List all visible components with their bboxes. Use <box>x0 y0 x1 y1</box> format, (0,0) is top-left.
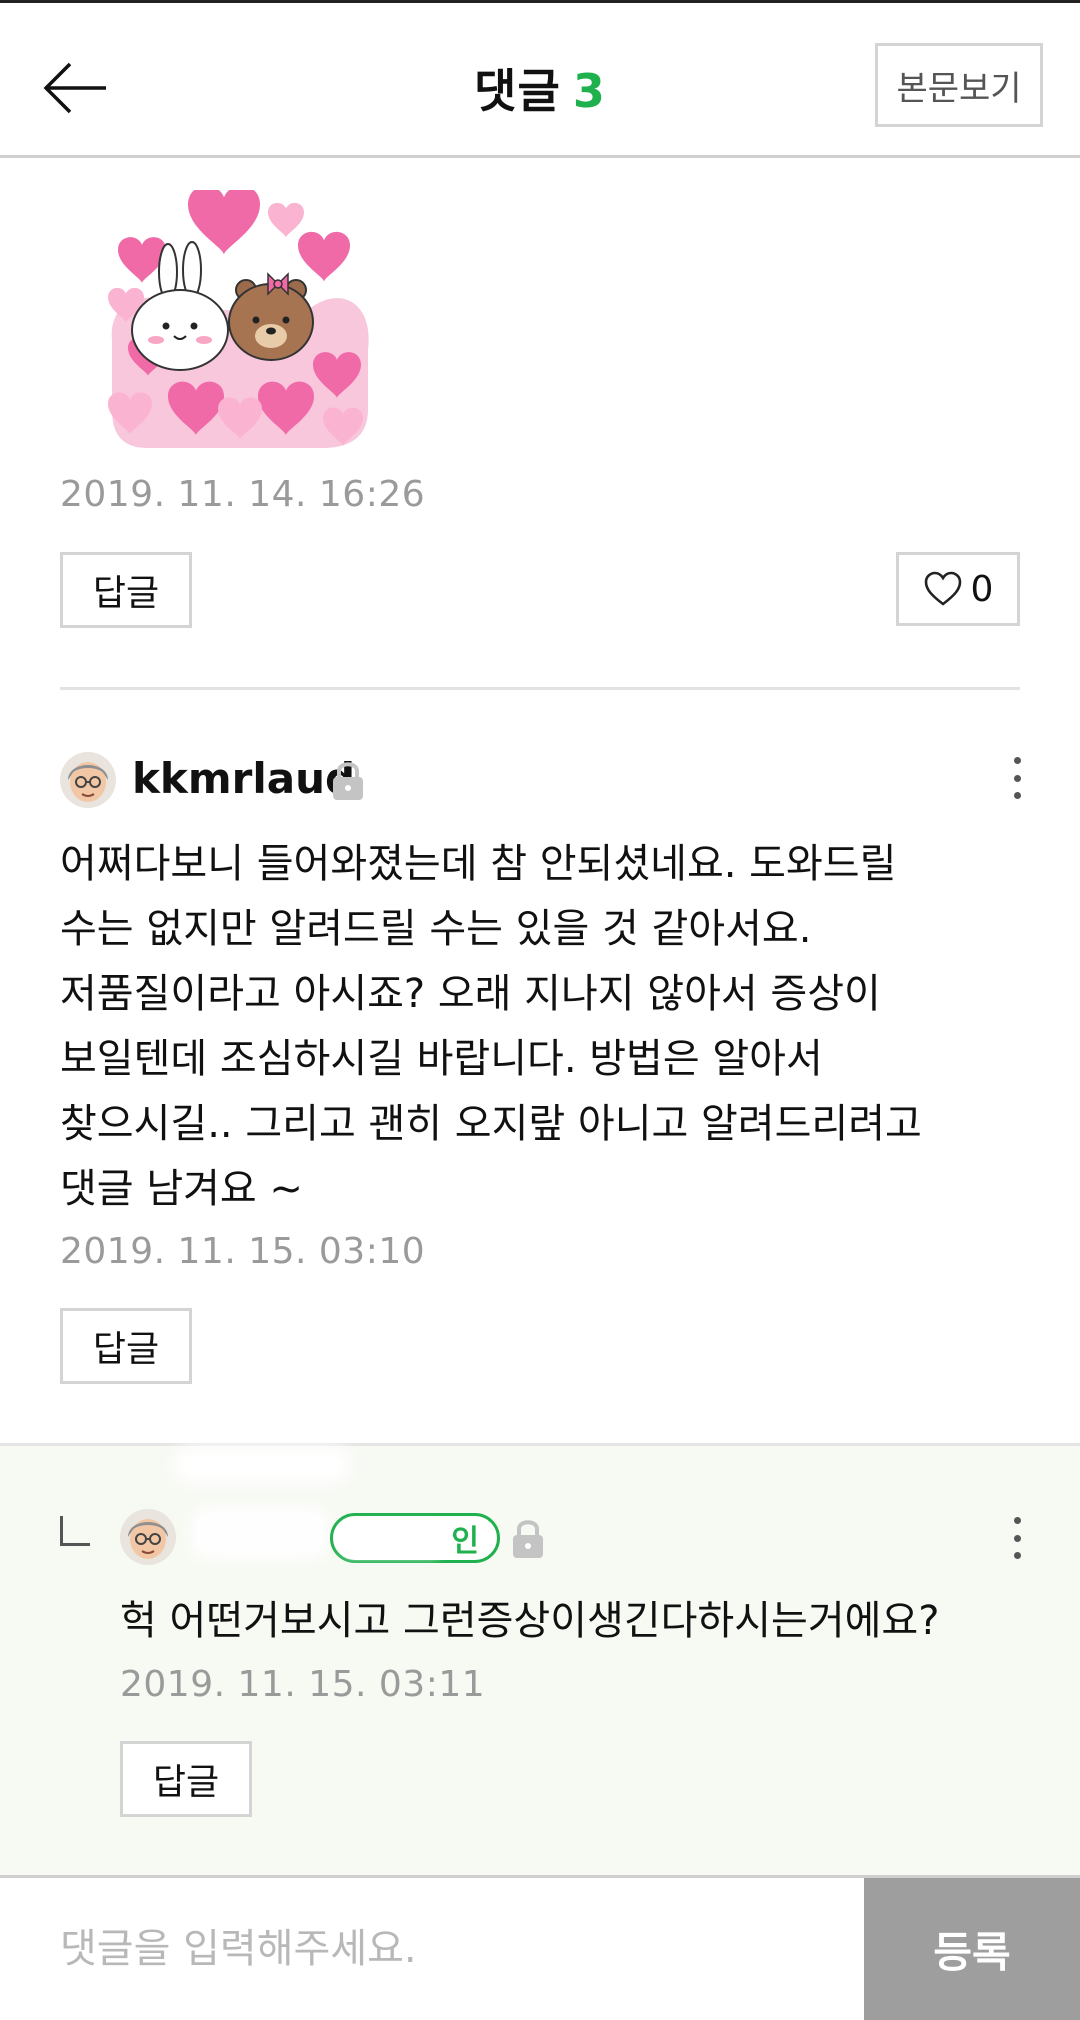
comment-timestamp: 2019. 11. 14. 16:26 <box>60 474 426 515</box>
heart-icon <box>924 571 961 606</box>
reply-body: 헉 어떤거보시고 그런증상이생긴다하시는거에요? <box>120 1598 940 1644</box>
redaction-blur <box>172 1446 352 1484</box>
reply-indent-icon <box>60 1516 90 1546</box>
comment-composer: 등록 <box>0 1875 1080 2020</box>
reply-button[interactable]: 답글 <box>60 1308 192 1384</box>
comment-input[interactable] <box>0 1878 864 2020</box>
avatar[interactable] <box>120 1509 176 1565</box>
lock-icon <box>333 762 363 800</box>
more-options-icon[interactable] <box>1007 1513 1027 1563</box>
redacted-username <box>190 1506 330 1560</box>
avatar-art <box>60 752 116 808</box>
sticker-image <box>108 185 372 450</box>
avatar-art <box>120 1509 176 1565</box>
reply-thread: 인 헉 어떤거보시고 그런증상이생긴다하시는거에요? 2019. 11. 15.… <box>0 1443 1080 1875</box>
comment-timestamp: 2019. 11. 15. 03:10 <box>60 1231 426 1272</box>
like-count: 0 <box>970 568 994 610</box>
author-badge-label: 인 <box>451 1524 479 1559</box>
avatar[interactable] <box>60 752 116 808</box>
sticker-art <box>108 185 369 448</box>
reply-button[interactable]: 답글 <box>60 552 192 628</box>
top-bar: 댓글 3 본문보기 <box>0 0 1080 158</box>
view-article-button[interactable]: 본문보기 <box>875 43 1043 127</box>
comment-divider <box>60 687 1020 690</box>
comment-body: 어쩌다보니 들어와졌는데 참 안되셨네요. 도와드릴 수는 없지만 알려드릴 수… <box>60 841 922 1212</box>
reply-timestamp: 2019. 11. 15. 03:11 <box>120 1664 486 1705</box>
submit-button[interactable]: 등록 <box>864 1878 1080 2020</box>
more-options-icon[interactable] <box>1007 753 1027 803</box>
comment-count: 3 <box>572 64 606 118</box>
lock-icon <box>513 1520 543 1558</box>
reply-button[interactable]: 답글 <box>120 1741 252 1817</box>
like-button[interactable]: 0 <box>896 552 1020 626</box>
comment-author[interactable]: kkmrlaud <box>132 754 355 803</box>
page-title-text: 댓글 <box>474 64 561 118</box>
author-badge: 인 <box>330 1513 500 1563</box>
